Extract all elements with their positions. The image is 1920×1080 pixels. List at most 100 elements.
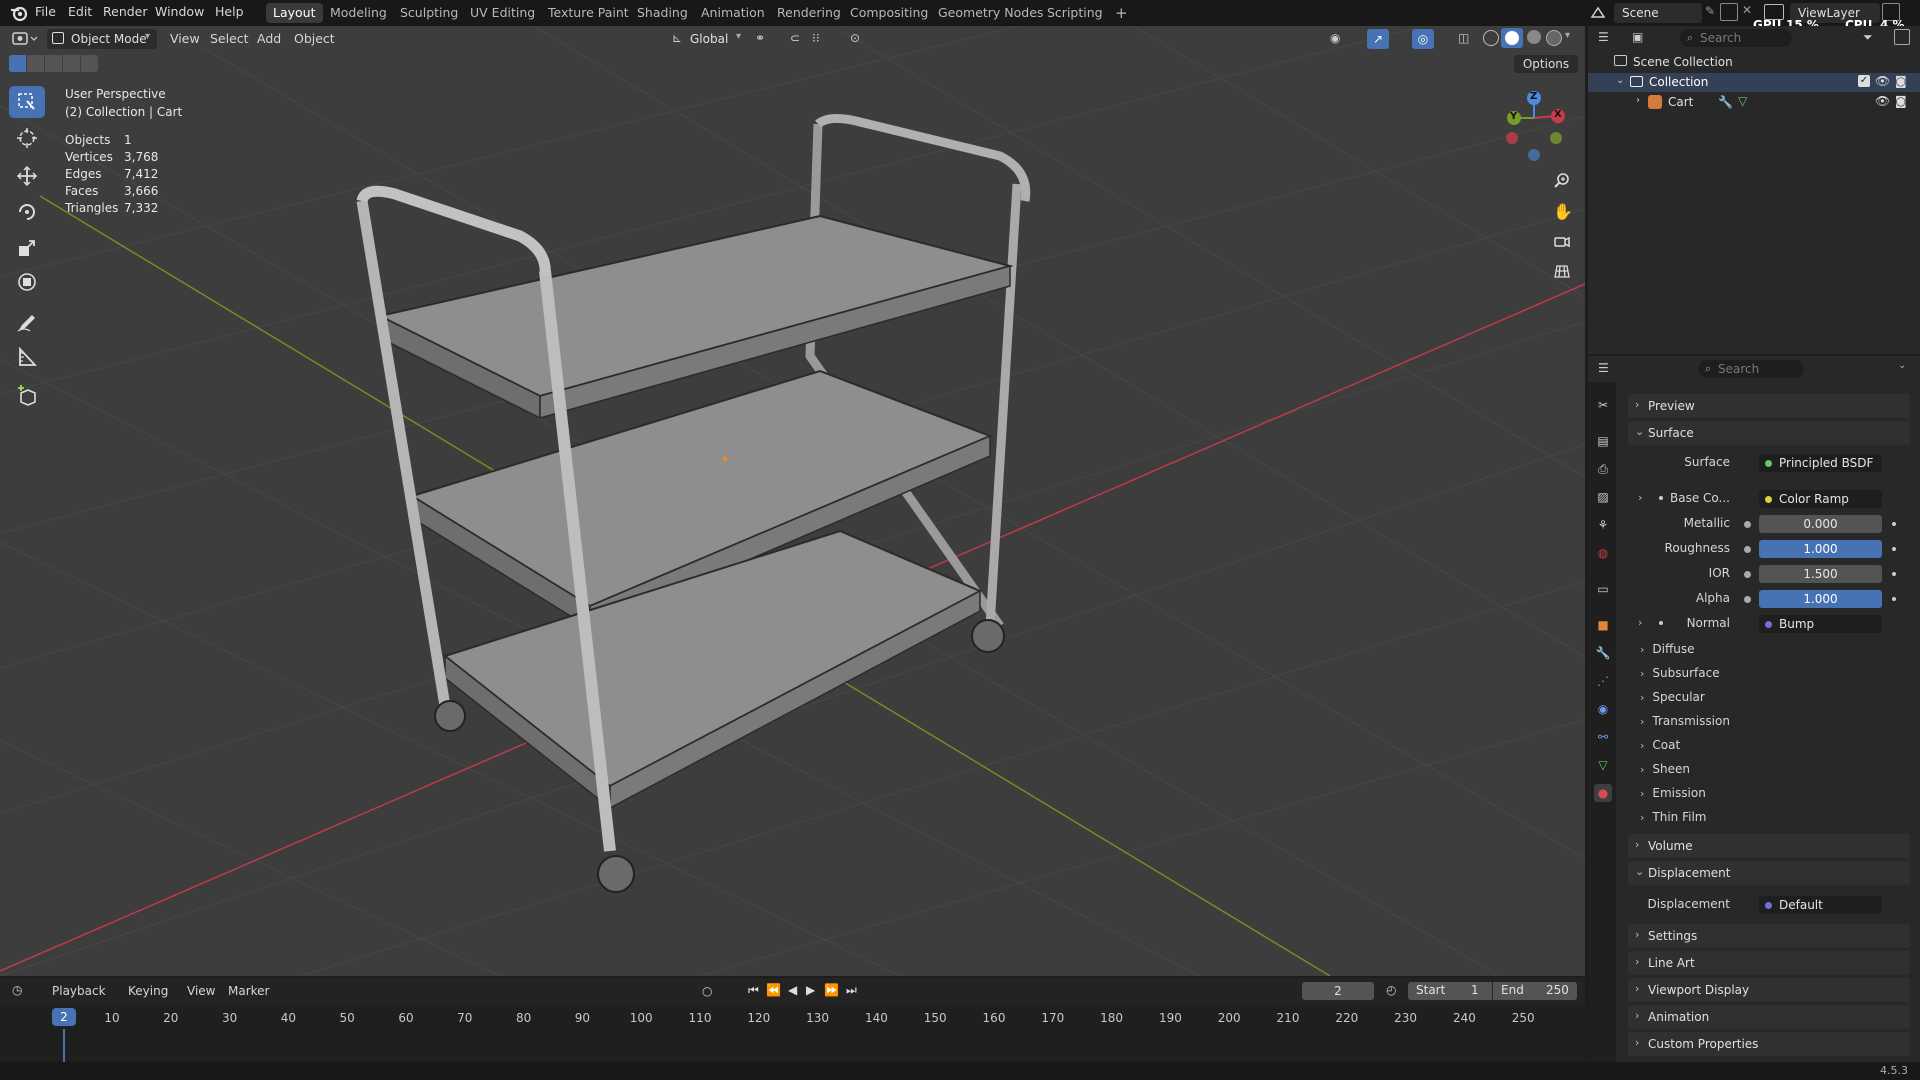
cursor-tool[interactable] (9, 122, 45, 154)
menu-file[interactable]: File (35, 4, 56, 19)
menu-help[interactable]: Help (215, 4, 244, 19)
menu-render[interactable]: Render (103, 4, 148, 19)
snap-target-icon[interactable]: ⁝⁝ (812, 31, 820, 45)
add-workspace-button[interactable]: + (1108, 3, 1135, 23)
perspective-toggle-icon[interactable] (1553, 262, 1571, 283)
wireframe-shading-icon[interactable] (1483, 30, 1499, 46)
shading-options-icon[interactable]: ▾ (1565, 30, 1570, 41)
select-invert-icon[interactable] (63, 55, 80, 72)
base-color-field[interactable]: Color Ramp (1759, 490, 1882, 508)
scene-icon[interactable] (1588, 3, 1610, 23)
menu-add[interactable]: Add (257, 30, 281, 48)
line-art-panel-header[interactable]: › Line Art (1628, 951, 1910, 975)
tab-geometry-nodes[interactable]: Geometry Nodes (931, 3, 1050, 23)
snap-icon[interactable]: ⊂ (790, 31, 800, 45)
object-tab-icon[interactable]: ■ (1594, 616, 1612, 634)
3d-viewport[interactable] (0, 26, 1585, 976)
playhead-frame[interactable]: 2 (52, 1008, 76, 1026)
settings-panel-header[interactable]: › Settings (1628, 924, 1910, 948)
gizmo-toggle-icon[interactable]: ↗ (1367, 29, 1389, 49)
collection-row[interactable]: ⌄ Collection ✓ 👁 ◙ (1588, 73, 1920, 92)
tab-layout[interactable]: Layout (266, 3, 323, 23)
scale-tool[interactable] (9, 232, 45, 264)
properties-editor-icon[interactable]: ☰ (1598, 361, 1609, 375)
menu-timeline-view[interactable]: View (187, 984, 215, 998)
filter-icon[interactable]: ⏷ (1863, 30, 1873, 45)
eye-icon[interactable]: 👁 (1875, 74, 1890, 88)
tab-scripting[interactable]: Scripting (1040, 3, 1110, 23)
exclude-checkbox[interactable]: ✓ (1858, 75, 1870, 87)
visibility-icon[interactable]: ◉ (1330, 31, 1340, 45)
move-tool[interactable] (9, 160, 45, 192)
volume-panel-header[interactable]: › Volume (1628, 834, 1910, 858)
viewport-display-panel-header[interactable]: › Viewport Display (1628, 978, 1910, 1002)
preview-panel-header[interactable]: › Preview (1628, 394, 1910, 418)
roughness-field[interactable]: 1.000 (1759, 540, 1882, 558)
physics-tab-icon[interactable]: ◉ (1594, 700, 1612, 718)
ior-field[interactable]: 1.500 (1759, 565, 1882, 583)
scene-tab-icon[interactable]: ⚘ (1594, 516, 1612, 534)
render-tab-icon[interactable]: ▤ (1594, 432, 1612, 450)
new-collection-icon[interactable] (1894, 29, 1910, 45)
collection-tab-icon[interactable]: ▭ (1594, 580, 1612, 598)
metallic-field[interactable]: 0.000 (1759, 515, 1882, 533)
material-shading-icon[interactable] (1527, 30, 1541, 44)
keyframe-dot-icon[interactable] (1892, 572, 1896, 576)
add-cube-tool[interactable] (9, 380, 45, 412)
xray-icon[interactable]: ◫ (1458, 31, 1469, 45)
mesh-data-icon[interactable]: ▽ (1738, 94, 1747, 108)
options-button[interactable]: Options (1514, 55, 1578, 73)
subpanel-emission[interactable]: › Emission (1640, 786, 1706, 800)
particles-tab-icon[interactable]: ⋰ (1594, 672, 1612, 690)
output-tab-icon[interactable]: ⎙ (1594, 460, 1612, 478)
measure-tool[interactable] (9, 341, 45, 373)
display-mode-icon[interactable]: ▣ (1632, 30, 1643, 44)
play-reverse-icon[interactable]: ◀ (788, 983, 797, 997)
keyframe-dot-icon[interactable] (1892, 597, 1896, 601)
select-extend-icon[interactable] (27, 55, 44, 72)
solid-shading-icon[interactable] (1501, 28, 1523, 48)
expand-chevron-icon[interactable]: › (1636, 95, 1640, 106)
tool-tab-icon[interactable]: ✂ (1594, 396, 1612, 414)
jump-end-icon[interactable]: ⏭ (846, 983, 857, 998)
modifier-tab-icon[interactable]: 🔧 (1594, 644, 1612, 662)
annotate-tool[interactable] (9, 306, 45, 338)
delete-scene-icon[interactable]: ✕ (1742, 3, 1752, 17)
blender-logo-icon[interactable] (10, 4, 28, 25)
mode-dropdown[interactable]: Object Mode ▾ (47, 29, 157, 49)
current-frame-field[interactable]: 2 (1302, 982, 1374, 1000)
tab-sculpting[interactable]: Sculpting (393, 3, 465, 23)
material-tab-icon[interactable]: ● (1594, 784, 1612, 802)
pan-hand-icon[interactable]: ✋ (1553, 202, 1573, 221)
scene-collection-label[interactable]: Scene Collection (1633, 55, 1733, 69)
start-frame-field[interactable]: Start 1 (1408, 982, 1492, 1000)
jump-start-icon[interactable]: ⏮ (748, 983, 759, 998)
camera-view-icon[interactable] (1553, 232, 1571, 253)
subpanel-thin-film[interactable]: › Thin Film (1640, 810, 1706, 824)
transform-tool[interactable] (9, 266, 45, 298)
editor-type-icon[interactable] (12, 31, 38, 50)
tab-uv-editing[interactable]: UV Editing (463, 3, 542, 23)
zoom-icon[interactable] (1553, 172, 1571, 193)
render-camera-icon[interactable]: ◙ (1895, 94, 1907, 108)
properties-search[interactable]: ⌕ Search (1698, 360, 1804, 378)
subpanel-diffuse[interactable]: › Diffuse (1640, 642, 1695, 656)
tab-compositing[interactable]: Compositing (843, 3, 935, 23)
subpanel-subsurface[interactable]: › Subsurface (1640, 666, 1720, 680)
proportional-edit-icon[interactable]: ⊙ (850, 31, 860, 45)
tab-texture-paint[interactable]: Texture Paint (541, 3, 636, 23)
next-keyframe-icon[interactable]: ⏩ (824, 983, 839, 997)
outliner-search[interactable]: ⌕ Search (1680, 29, 1792, 47)
prev-keyframe-icon[interactable]: ⏪ (766, 983, 781, 997)
view-layer-tab-icon[interactable]: ▨ (1594, 488, 1612, 506)
animation-panel-header[interactable]: › Animation (1628, 1005, 1910, 1029)
select-box-tool[interactable] (9, 86, 45, 118)
displacement-panel-header[interactable]: ⌄ Displacement (1628, 861, 1910, 885)
constraints-tab-icon[interactable]: ⚯ (1594, 728, 1612, 746)
menu-playback[interactable]: Playback (52, 984, 106, 998)
menu-marker[interactable]: Marker (228, 984, 269, 998)
pin-icon[interactable]: ✎ (1705, 4, 1715, 18)
data-tab-icon[interactable]: ▽ (1594, 756, 1612, 774)
preview-range-icon[interactable]: ◴ (1386, 983, 1396, 997)
surface-shader-field[interactable]: Principled BSDF (1759, 454, 1882, 472)
